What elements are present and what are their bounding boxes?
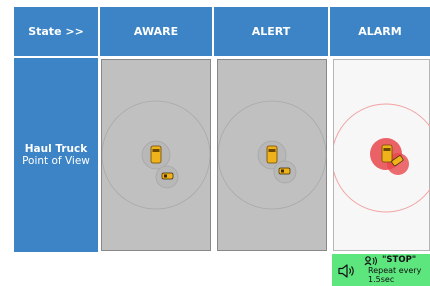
alarm-panel (333, 59, 430, 251)
haul-truck-icon (266, 145, 278, 164)
row-title: Haul Truck (24, 143, 88, 155)
aware-scene (102, 100, 211, 210)
alarm-audio-note: "STOP" Repeat every 1.5sec (332, 254, 430, 286)
alarm-scene (334, 103, 430, 213)
state-label: AWARE (133, 25, 179, 38)
header-corner-cell: State >> (14, 7, 98, 56)
state-label: ALARM (358, 25, 402, 38)
haul-truck-icon (150, 145, 162, 164)
state-corner-label: State >> (28, 25, 84, 38)
light-vehicle-icon (161, 172, 174, 180)
alarm-repeat-text: Repeat every 1.5sec (368, 266, 428, 284)
light-vehicle-icon (278, 167, 291, 175)
row-subtitle: Point of View (22, 155, 90, 167)
repeat-line: Repeat every (368, 266, 422, 275)
alarm-message: "STOP" (382, 255, 417, 265)
aware-panel (101, 59, 211, 251)
voice-alert-icon (364, 256, 377, 266)
alert-panel (217, 59, 327, 251)
header-state-alarm: ALARM (330, 7, 430, 56)
speaker-icon (338, 264, 354, 278)
row-label-cell: Haul Truck Point of View (14, 58, 98, 252)
header-state-alert: ALERT (214, 7, 328, 56)
state-label: ALERT (251, 25, 291, 38)
alert-scene (218, 100, 327, 210)
header-state-aware: AWARE (100, 7, 212, 56)
haul-truck-icon (381, 144, 393, 163)
repeat-interval: 1.5sec (368, 275, 395, 284)
